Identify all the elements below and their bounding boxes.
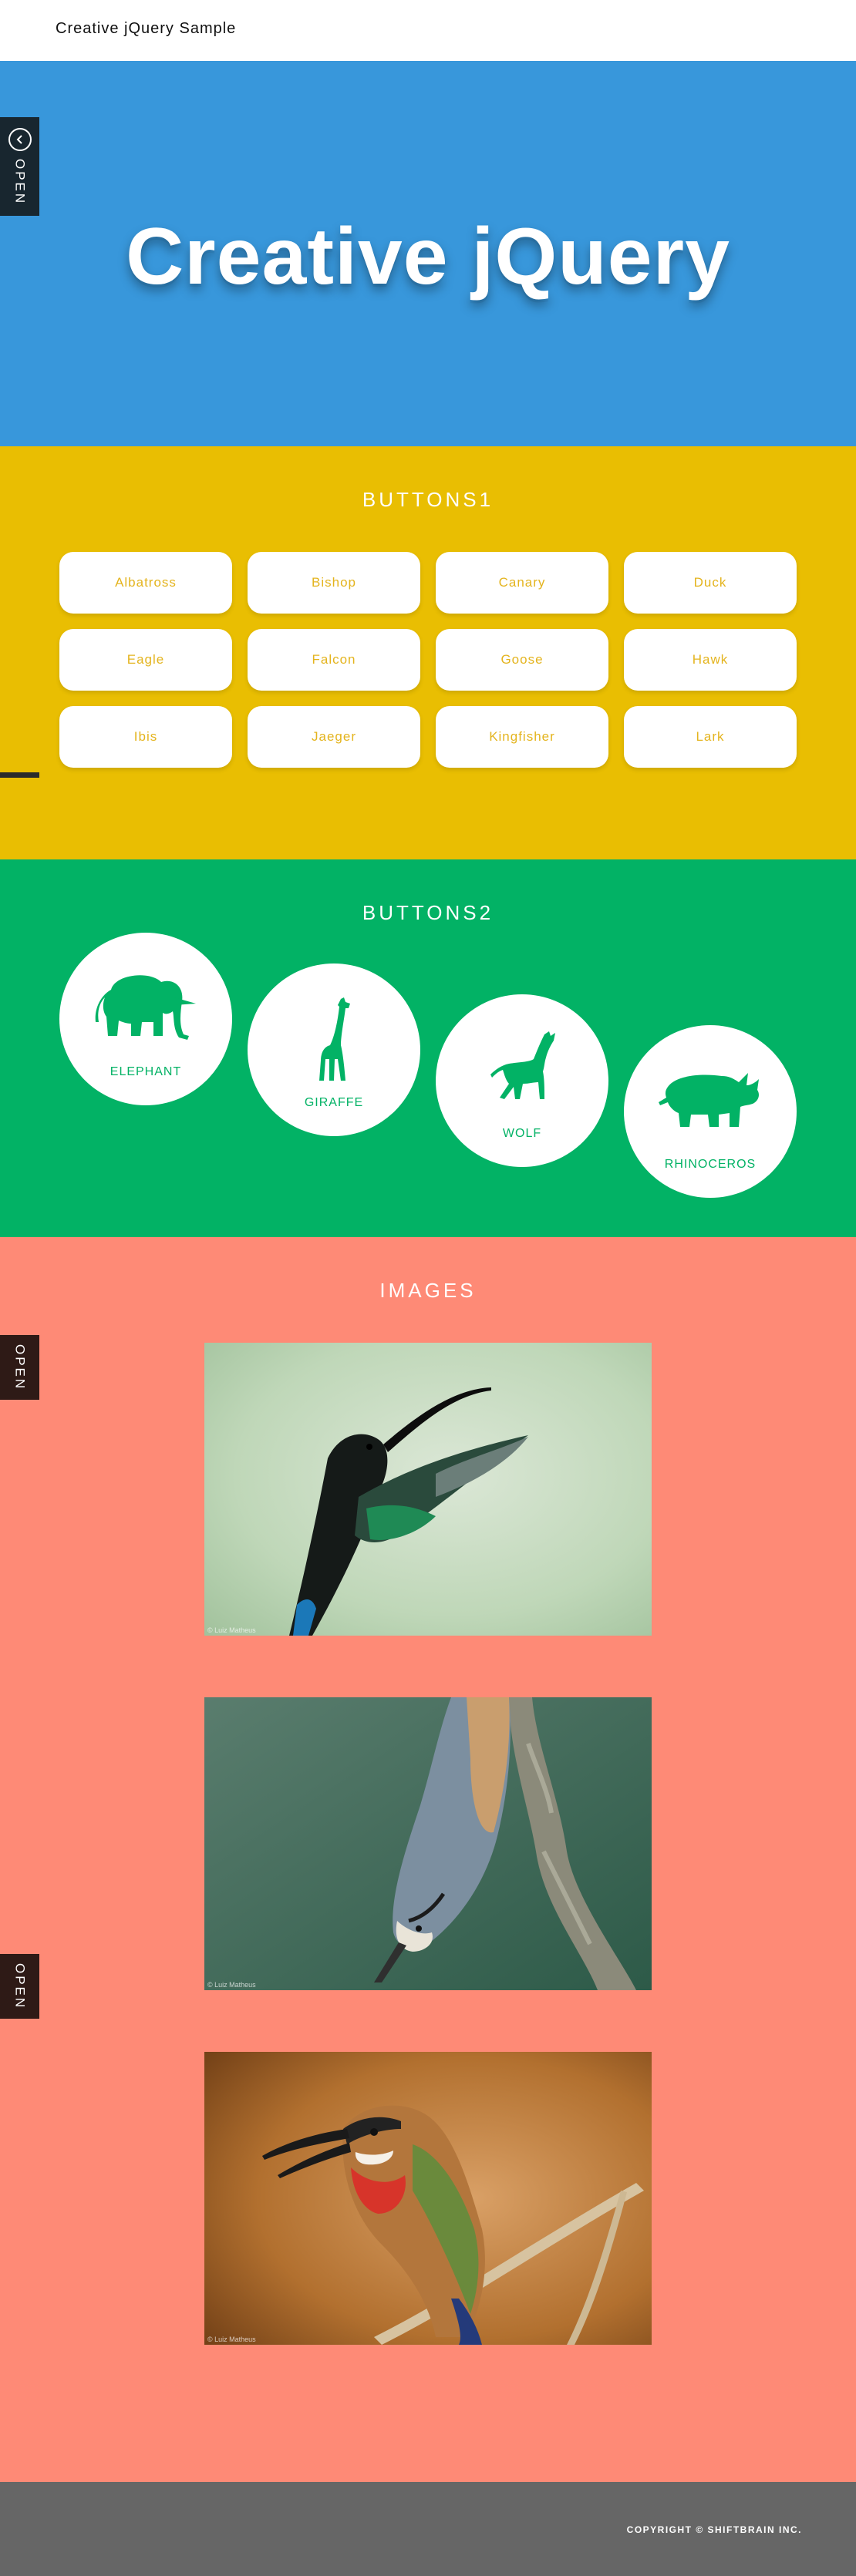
bird-button-ibis[interactable]: Ibis xyxy=(59,706,232,768)
side-tab-label: OPEN xyxy=(12,1963,28,2010)
bird-button-albatross[interactable]: Albatross xyxy=(59,552,232,614)
photo-bee-eater[interactable]: © Luiz Matheus xyxy=(204,2052,652,2345)
buttons1-title: BUTTONS1 xyxy=(362,488,494,511)
hero-title: Creative jQuery xyxy=(126,212,730,301)
side-open-tab-images-2[interactable]: OPEN xyxy=(0,1954,39,2019)
photo-credit: © Luiz Matheus xyxy=(207,1626,256,1634)
bird-button-goose[interactable]: Goose xyxy=(436,629,608,691)
rhinoceros-button[interactable]: RHINOCEROS xyxy=(624,1025,797,1198)
circle-label: GIRAFFE xyxy=(304,1096,364,1109)
photo-credit: © Luiz Matheus xyxy=(207,2336,256,2343)
elephant-button[interactable]: ELEPHANT xyxy=(59,933,232,1105)
copyright-text: COPYRIGHT © SHIFTBRAIN INC. xyxy=(626,2524,802,2535)
photo-nuthatch[interactable]: © Luiz Matheus xyxy=(204,1697,652,1990)
wolf-button[interactable]: WOLF xyxy=(436,994,608,1167)
bird-button-eagle[interactable]: Eagle xyxy=(59,629,232,691)
bird-button-hawk[interactable]: Hawk xyxy=(624,629,797,691)
bird-button-lark[interactable]: Lark xyxy=(624,706,797,768)
bird-button-canary[interactable]: Canary xyxy=(436,552,608,614)
scroll-marker xyxy=(0,772,39,778)
images-title: IMAGES xyxy=(379,1279,477,1302)
wolf-icon xyxy=(490,1031,555,1099)
circle-label: RHINOCEROS xyxy=(664,1158,757,1171)
site-header: Creative jQuery Sample xyxy=(0,0,856,61)
bird-button-falcon[interactable]: Falcon xyxy=(248,629,420,691)
side-tab-label: OPEN xyxy=(12,1344,28,1391)
giraffe-icon xyxy=(319,997,350,1081)
photo-hummingbird[interactable]: © Luiz Matheus xyxy=(204,1343,652,1636)
side-open-tab-images-1[interactable]: OPEN xyxy=(0,1335,39,1400)
elephant-icon xyxy=(95,975,196,1040)
bird-button-kingfisher[interactable]: Kingfisher xyxy=(436,706,608,768)
chevron-left-circle-icon xyxy=(8,128,32,151)
rhinoceros-icon xyxy=(659,1073,759,1127)
site-footer: COPYRIGHT © SHIFTBRAIN INC. xyxy=(0,2482,856,2576)
site-title[interactable]: Creative jQuery Sample xyxy=(56,20,236,38)
bird-button-jaeger[interactable]: Jaeger xyxy=(248,706,420,768)
side-open-tab[interactable]: OPEN xyxy=(0,117,39,216)
buttons2-title: BUTTONS2 xyxy=(362,901,494,924)
circle-label: WOLF xyxy=(502,1127,542,1140)
bird-button-duck[interactable]: Duck xyxy=(624,552,797,614)
giraffe-button[interactable]: GIRAFFE xyxy=(248,963,420,1136)
photo-credit: © Luiz Matheus xyxy=(207,1981,256,1989)
hero-section: Creative jQuery xyxy=(0,61,856,446)
bird-button-bishop[interactable]: Bishop xyxy=(248,552,420,614)
side-tab-label: OPEN xyxy=(12,159,28,206)
circle-label: ELEPHANT xyxy=(110,1065,182,1078)
